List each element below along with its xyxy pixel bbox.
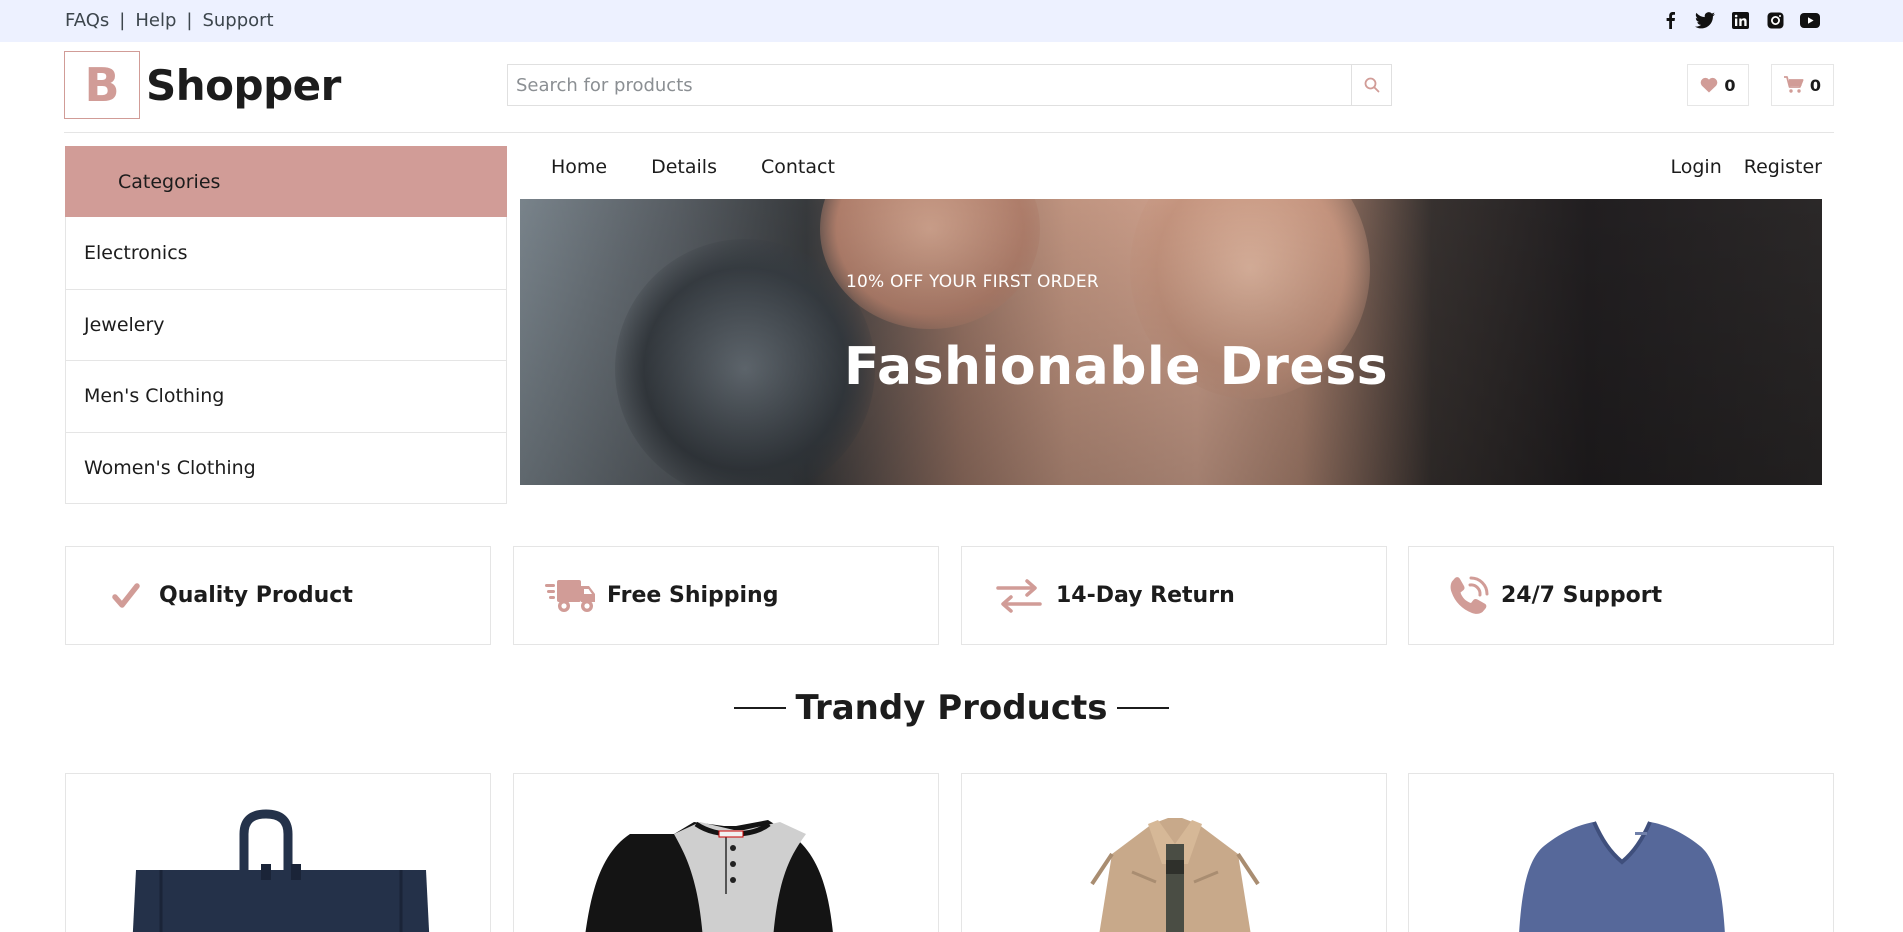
brand-logo-mark: B [64,51,140,119]
search-button[interactable] [1351,65,1391,105]
heading-rule-right [1117,707,1170,709]
faqs-link[interactable]: FAQs [65,10,109,31]
banner-subtitle: 10% OFF YOUR FIRST ORDER [846,272,1099,292]
product-card-jacket[interactable] [961,773,1387,932]
heading-rule-left [733,707,786,709]
category-item-mens-clothing[interactable]: Men's Clothing [66,360,506,432]
nav-details[interactable]: Details [651,156,717,178]
search-input[interactable] [508,65,1351,105]
heart-icon [1701,77,1718,93]
check-icon [106,582,146,610]
twitter-icon[interactable] [1693,10,1717,30]
categories-list: Electronics Jewelery Men's Clothing Wome… [65,217,507,504]
linkedin-icon[interactable] [1728,10,1752,30]
wishlist-count: 0 [1724,75,1736,95]
wishlist-button[interactable]: 0 [1687,64,1749,106]
help-link[interactable]: Help [135,10,176,31]
feature-14-day-return: 14-Day Return [961,546,1387,645]
exchange-arrows-icon [996,578,1042,613]
category-item-electronics[interactable]: Electronics [66,217,506,289]
register-link[interactable]: Register [1744,156,1822,178]
feature-label: Quality Product [159,583,353,608]
product-image-v-neck-tee [1519,821,1725,932]
product-image-backpack [132,809,430,932]
nav-home[interactable]: Home [551,156,607,178]
shipping-truck-icon [545,576,597,616]
topbar-links: FAQs | Help | Support [65,10,274,31]
nav-contact[interactable]: Contact [761,156,835,178]
separator: | [186,10,193,31]
feature-24-7-support: 24/7 Support [1408,546,1834,645]
instagram-icon[interactable] [1763,10,1787,30]
header-divider [64,132,1834,133]
product-image-raglan-shirt [585,820,833,932]
cart-button[interactable]: 0 [1771,64,1834,106]
brand-logo[interactable]: B Shopper [64,51,341,119]
login-link[interactable]: Login [1671,156,1722,178]
categories-title: Categories [118,170,221,193]
product-card-v-neck-tee[interactable] [1408,773,1834,932]
brand-name: Shopper [146,60,341,110]
top-bar: FAQs | Help | Support [0,0,1903,42]
social-links [1658,10,1822,30]
hero-banner[interactable]: 10% OFF YOUR FIRST ORDER Fashionable Dre… [520,199,1822,485]
section-heading: Trandy Products [0,688,1903,728]
main-nav: Home Details Contact [551,156,835,178]
section-title: Trandy Products [795,688,1108,728]
phone-volume-icon [1447,574,1491,618]
separator: | [119,10,126,31]
categories-toggle[interactable]: Categories [65,146,507,217]
product-card-backpack[interactable] [65,773,491,932]
support-link[interactable]: Support [202,10,273,31]
product-image-jacket [1090,818,1260,932]
search-bar [507,64,1392,106]
category-item-womens-clothing[interactable]: Women's Clothing [66,431,506,504]
feature-label: 24/7 Support [1501,583,1663,608]
auth-nav: Login Register [1671,156,1823,178]
feature-quality-product: Quality Product [65,546,491,645]
banner-title: Fashionable Dress [844,337,1389,397]
feature-free-shipping: Free Shipping [513,546,939,645]
youtube-icon[interactable] [1798,10,1822,30]
product-card-raglan-shirt[interactable] [513,773,939,932]
cart-count: 0 [1809,75,1822,95]
feature-label: 14-Day Return [1056,583,1235,608]
search-icon [1364,77,1379,93]
category-item-jewelery[interactable]: Jewelery [66,288,506,361]
facebook-icon[interactable] [1658,10,1682,30]
shopping-cart-icon [1783,76,1804,93]
feature-label: Free Shipping [607,583,779,608]
